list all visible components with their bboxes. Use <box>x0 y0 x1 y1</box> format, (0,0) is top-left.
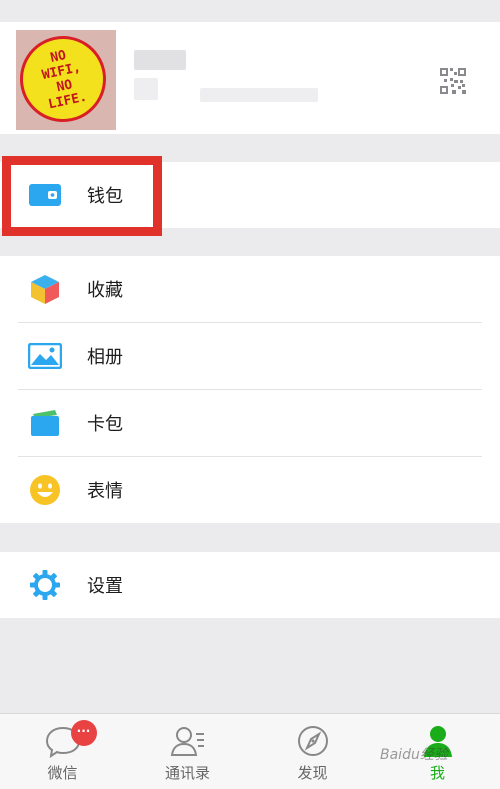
cube-icon <box>28 272 62 306</box>
gear-icon <box>28 568 62 602</box>
settings-group: 设置 <box>0 552 500 618</box>
blurred-wechat-id <box>200 88 318 102</box>
avatar-badge: NO WIFI, NO LIFE. <box>11 27 115 131</box>
menu-label-stickers: 表情 <box>87 481 123 502</box>
qr-code-icon[interactable] <box>440 68 466 94</box>
card-icon <box>28 406 62 440</box>
watermark: Baidu经验 <box>380 747 448 763</box>
avatar[interactable]: NO WIFI, NO LIFE. <box>11 27 116 131</box>
unread-badge: ··· <box>70 720 97 746</box>
tab-label-discover: 发现 <box>297 764 328 782</box>
tab-chats[interactable]: ··· 微信 <box>0 714 125 789</box>
compass-icon <box>297 726 328 756</box>
tab-label-contacts: 通讯录 <box>164 764 210 782</box>
menu-group: 收藏 相册 卡包 表情 <box>0 256 500 523</box>
tab-label-chats: 微信 <box>47 764 78 782</box>
tab-discover[interactable]: 发现 <box>250 714 375 789</box>
profile-header[interactable]: NO WIFI, NO LIFE. <box>0 22 500 134</box>
smiley-icon <box>28 473 62 507</box>
tab-label-me: 我 <box>429 764 445 782</box>
menu-item-stickers[interactable]: 表情 <box>0 457 500 523</box>
tab-contacts[interactable]: 通讯录 <box>125 714 250 789</box>
menu-label-cards: 卡包 <box>87 414 123 435</box>
contacts-icon <box>170 727 204 756</box>
blurred-nickname <box>134 50 186 70</box>
menu-label-favorites: 收藏 <box>87 280 123 301</box>
menu-label-album: 相册 <box>87 347 123 368</box>
menu-label-settings: 设置 <box>87 576 123 597</box>
menu-item-favorites[interactable]: 收藏 <box>0 256 500 322</box>
menu-item-album[interactable]: 相册 <box>0 323 500 389</box>
picture-icon <box>28 339 62 373</box>
highlight-box <box>2 156 162 236</box>
menu-item-cards[interactable]: 卡包 <box>0 390 500 456</box>
blurred-nickname-part <box>134 78 158 100</box>
avatar-text: NO WIFI, NO LIFE. <box>40 48 89 113</box>
menu-item-settings[interactable]: 设置 <box>0 552 500 618</box>
